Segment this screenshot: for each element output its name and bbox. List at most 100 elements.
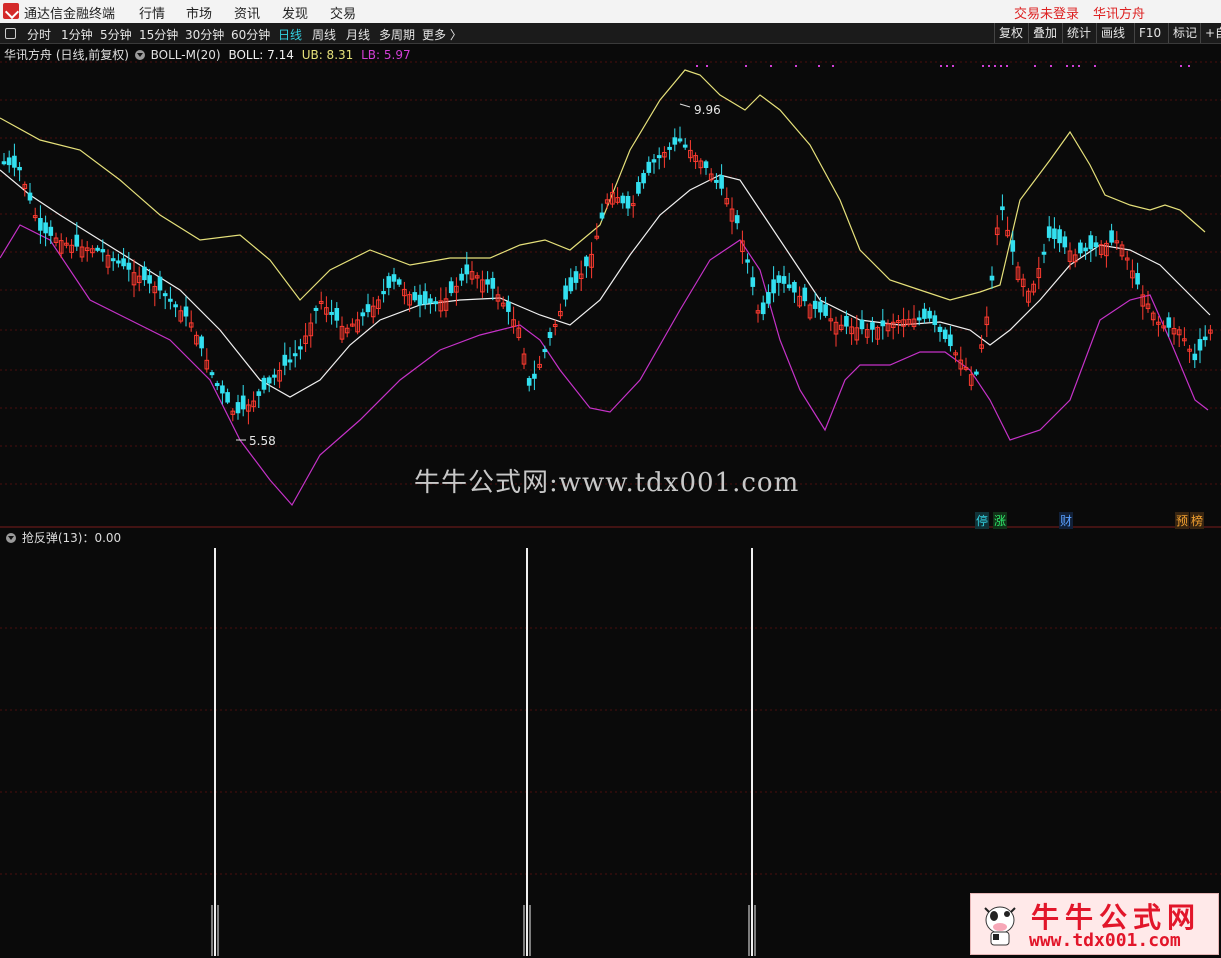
signal-dot — [1034, 65, 1036, 67]
candle-body — [776, 275, 782, 283]
candle-body — [651, 159, 657, 163]
candle-body — [74, 234, 80, 247]
sub-indicator-menu-icon[interactable] — [6, 533, 16, 543]
candle-body — [334, 308, 340, 321]
candle-body — [932, 315, 938, 325]
candle-body — [95, 247, 100, 251]
candle-body — [240, 395, 246, 410]
candle-body — [1010, 240, 1016, 252]
signal-dot — [1072, 65, 1074, 67]
candle-body — [786, 284, 792, 289]
candle-body — [412, 292, 418, 301]
candle-body — [547, 332, 553, 339]
stock-label: 华讯方舟 (日线,前复权) — [4, 48, 129, 62]
candle-body — [173, 304, 178, 308]
sub-indicator-label: 抢反弹(13)：0.00 — [21, 531, 122, 545]
candle-body — [974, 371, 979, 375]
candle-body — [802, 287, 808, 302]
candle-body — [771, 279, 776, 294]
signal-dot — [994, 65, 996, 67]
candle-body — [6, 157, 12, 166]
candle-body — [298, 346, 303, 350]
candle-body — [147, 275, 152, 284]
badge-zhang[interactable]: 涨 — [993, 512, 1008, 529]
signal-dot — [1180, 65, 1182, 67]
candle-body — [225, 392, 230, 403]
candle-body — [818, 301, 823, 313]
badge-cai[interactable]: 财 — [1059, 512, 1074, 529]
signal-dot — [1094, 65, 1096, 67]
candle-body — [1046, 226, 1052, 238]
signal-dot — [1006, 65, 1008, 67]
candle-body — [329, 311, 334, 315]
candle-body — [126, 262, 132, 270]
site-logo: 牛牛公式网 www.tdx001.com — [970, 893, 1219, 955]
candle-body — [1062, 236, 1068, 248]
candle-body — [734, 215, 740, 224]
candle-body — [781, 276, 787, 284]
candle-body — [292, 353, 298, 357]
candle-body — [100, 249, 106, 253]
signal-dot — [770, 65, 772, 67]
candle-body — [667, 146, 672, 150]
candle-body — [927, 310, 932, 319]
candle-body — [386, 276, 392, 288]
candle-body — [272, 374, 277, 378]
candle-body — [937, 326, 943, 332]
signal-dot — [696, 65, 698, 67]
candle-body — [116, 260, 121, 264]
candle-body — [459, 273, 464, 281]
watermark-text: 牛牛公式网:www.tdx001.com — [414, 468, 800, 498]
candle-body — [812, 300, 818, 309]
candle-body — [38, 218, 43, 231]
high-price-marker: 9.96 — [694, 103, 721, 117]
candle-body — [157, 276, 163, 291]
indicator-menu-icon[interactable] — [134, 50, 145, 60]
badge-ting[interactable]: 停 — [975, 512, 990, 529]
candle-body — [43, 222, 48, 234]
candle-body — [448, 281, 454, 294]
candle-body — [235, 402, 241, 414]
candle-body — [433, 301, 438, 305]
candle-body — [27, 192, 33, 201]
candle-body — [714, 179, 719, 183]
candle-body — [1109, 230, 1114, 243]
candle-body — [870, 322, 875, 330]
candle-body — [256, 391, 262, 396]
candle-body — [942, 329, 948, 340]
candle-body — [490, 277, 496, 289]
badge-bang[interactable]: 榜 — [1190, 512, 1205, 529]
candle-body — [1083, 247, 1088, 252]
signal-dot — [795, 65, 797, 67]
indicator-name[interactable]: BOLL-M(20) — [151, 48, 221, 62]
candle-body — [1093, 242, 1099, 248]
candle-body — [948, 334, 953, 347]
signal-dot — [832, 65, 834, 67]
candle-body — [1041, 251, 1047, 255]
candle-body — [428, 298, 433, 304]
candle-body — [563, 285, 568, 300]
candle-body — [568, 277, 574, 292]
signal-dot — [1000, 65, 1002, 67]
candle-body — [844, 315, 849, 327]
candle-body — [646, 161, 652, 173]
candle-body — [1202, 336, 1208, 341]
candle-body — [760, 302, 766, 315]
candle-body — [682, 144, 688, 148]
candle-body — [121, 258, 126, 267]
signal-dot — [745, 65, 747, 67]
cow-mascot-icon — [984, 906, 1016, 946]
candle-body — [381, 291, 386, 295]
badge-yu[interactable]: 预 — [1175, 512, 1190, 529]
candle-body — [719, 175, 724, 189]
candle-body — [220, 385, 225, 394]
candle-body — [282, 354, 288, 366]
candle-body — [360, 312, 366, 317]
candle-body — [745, 259, 750, 263]
candle-body — [142, 266, 147, 281]
candle-body — [1057, 229, 1062, 244]
candle-body — [17, 166, 22, 171]
candle-body — [989, 275, 995, 281]
signal-dot — [706, 65, 708, 67]
signal-dot — [818, 65, 820, 67]
